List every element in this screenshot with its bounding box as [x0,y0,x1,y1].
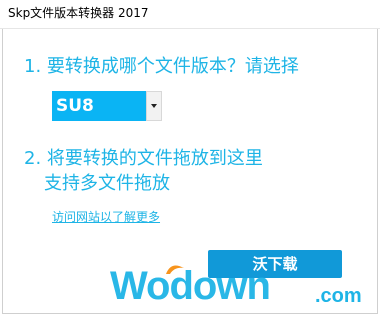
chevron-down-icon[interactable] [151,104,157,108]
step-1-label: 1. 要转换成哪个文件版本？请选择 [24,56,299,77]
watermark-domain-suffix: .com [315,285,362,307]
window-title: Skp文件版本转换器 2017 [8,6,149,20]
version-dropdown[interactable]: SU8 [52,91,162,121]
title-bar: Skp文件版本转换器 2017 [0,0,380,29]
step-2-label: 2. 将要转换的文件拖放到这里 [24,148,263,169]
watermark-text: Wodown [110,264,271,308]
visit-website-link[interactable]: 访问网站以了解更多 [52,209,160,225]
watermark-logo: 沃下载 Wodown .com [110,248,372,314]
version-dropdown-value[interactable]: SU8 [52,91,146,121]
dropdown-button[interactable] [146,91,162,121]
drop-hint-label: 支持多文件拖放 [44,173,170,194]
